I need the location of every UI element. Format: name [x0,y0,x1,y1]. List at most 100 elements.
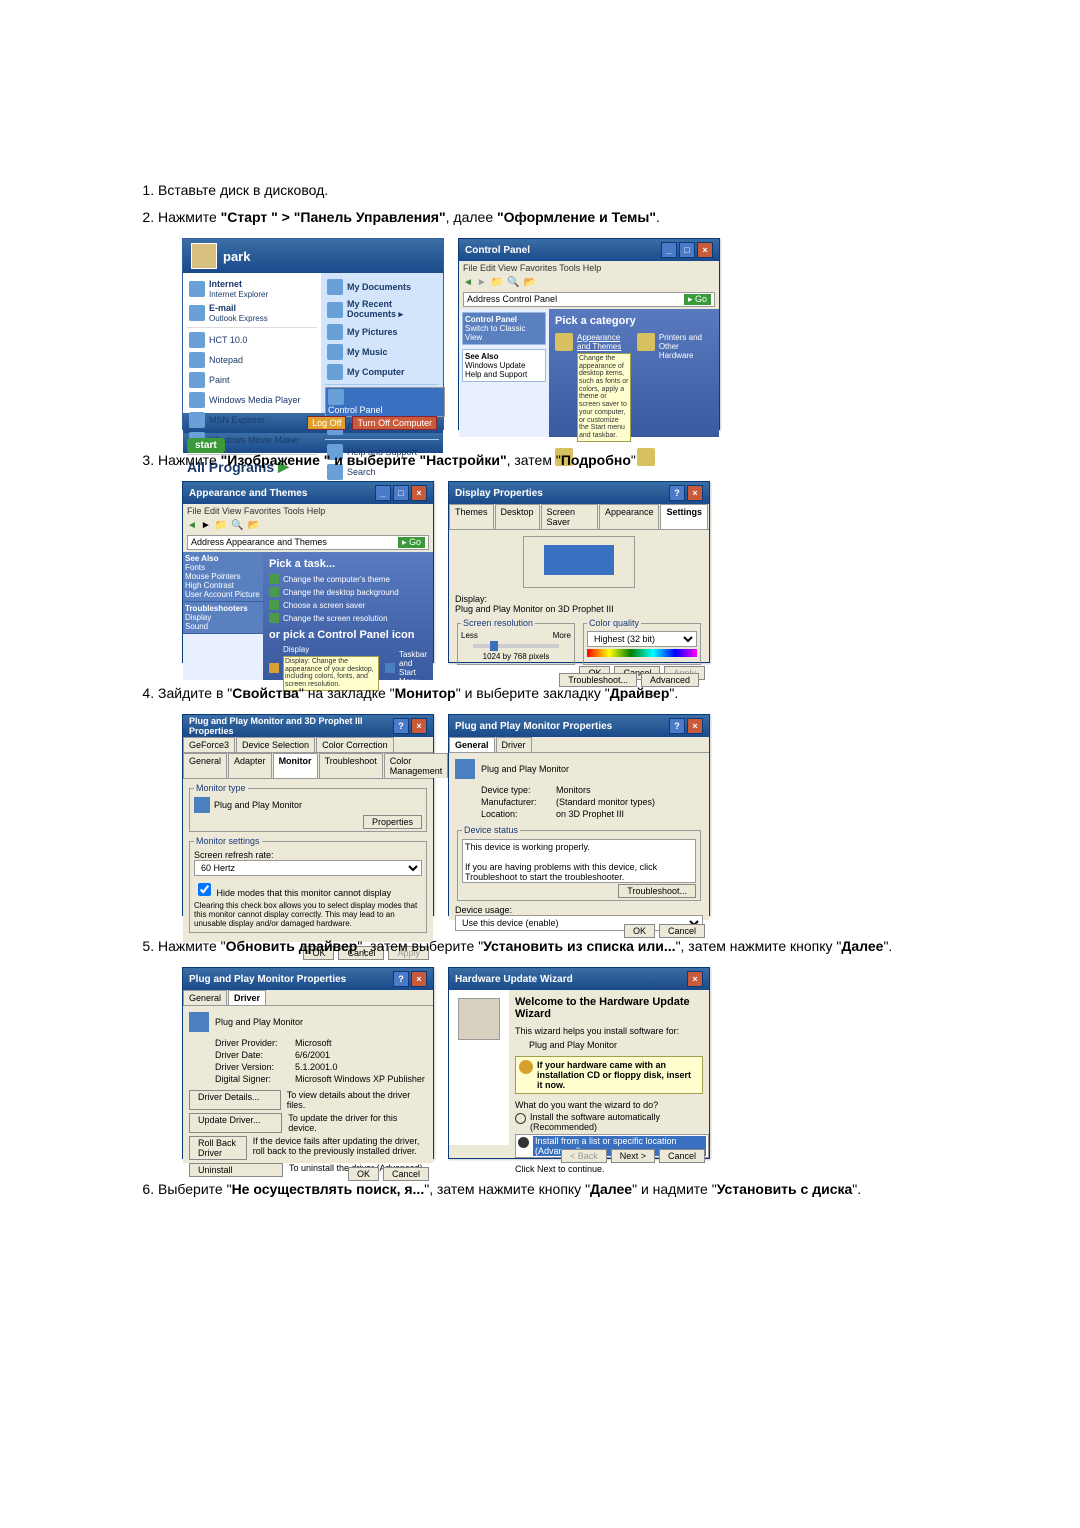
mouse-link[interactable]: Mouse Pointers [185,572,241,581]
tab-colormgmt[interactable]: Color Management [384,753,449,778]
up-button[interactable]: 📁 [215,520,227,531]
contrast-link[interactable]: High Contrast [185,581,234,590]
search-button[interactable]: 🔍 [507,277,519,288]
help-link[interactable]: Help and Support [465,370,527,379]
start-item-email[interactable]: E-mailOutlook Express [187,301,317,325]
close-button[interactable]: × [411,485,427,501]
task-theme[interactable]: Change the computer's theme [269,574,427,584]
refresh-select[interactable]: 60 Hertz [194,860,422,876]
ts-display-link[interactable]: Display [185,613,211,622]
tab-settings[interactable]: Settings [660,504,708,529]
help-button[interactable]: ? [669,485,685,501]
minimize-button[interactable]: _ [661,242,677,258]
go-button[interactable]: ▸ Go [684,294,711,305]
troubleshoot-button[interactable]: Troubleshoot... [618,884,696,898]
tab-general[interactable]: General [449,737,495,752]
start-menu-left: InternetInternet Explorer E-mailOutlook … [183,273,321,413]
tab-colorcorr[interactable]: Color Correction [316,737,394,752]
display-label: Display: [455,594,487,604]
colorq-select[interactable]: Highest (32 bit) [587,631,697,647]
start-item-mypics[interactable]: My Pictures [325,322,439,342]
help-button[interactable]: ? [669,718,685,734]
tab-monitor[interactable]: Monitor [273,753,318,778]
folders-button[interactable]: 📂 [524,277,536,288]
start-item-paint[interactable]: Paint [187,370,317,390]
start-item-mydocs[interactable]: My Documents [325,277,439,297]
start-item-mycomp[interactable]: My Computer [325,362,439,382]
radio-auto[interactable]: Install the software automatically (Reco… [515,1112,703,1132]
task-background[interactable]: Change the desktop background [269,587,427,597]
back-button[interactable]: ◄ [463,277,473,288]
menubar[interactable]: File Edit View Favorites Tools Help [183,504,433,518]
turnoff-button[interactable]: Turn Off Computer [352,416,437,430]
forward-button[interactable]: ► [201,520,211,531]
hardware-update-wizard-window: Hardware Update Wizard × Welcome to the … [448,967,710,1159]
menubar[interactable]: File Edit View Favorites Tools Help [459,261,719,275]
tab-devsel[interactable]: Device Selection [236,737,315,752]
help-button[interactable]: ? [393,718,409,734]
close-button[interactable]: × [411,718,427,734]
start-item-hct[interactable]: HCT 10.0 [187,330,317,350]
instruction-list: Вставьте диск в дисковод. Нажмите "Старт… [130,180,950,1200]
properties-button[interactable]: Properties [363,815,422,829]
tab-general[interactable]: General [183,990,227,1005]
task-resolution[interactable]: Change the screen resolution [269,613,427,623]
search-button[interactable]: 🔍 [231,520,243,531]
tab-desktop[interactable]: Desktop [495,504,540,529]
tab-general[interactable]: General [183,753,227,778]
cat-printers[interactable]: Printers and Other Hardware [637,333,713,442]
back-button[interactable]: < Back [561,1149,607,1163]
close-button[interactable]: × [697,242,713,258]
switch-classic-link[interactable]: Switch to Classic View [465,324,525,342]
minimize-button[interactable]: _ [375,485,391,501]
close-button[interactable]: × [687,485,703,501]
go-button[interactable]: ▸ Go [398,537,425,548]
ts-sound-link[interactable]: Sound [185,622,208,631]
update-driver-button[interactable]: Update Driver... [189,1113,282,1133]
next-button[interactable]: Next > [611,1149,655,1163]
start-item-msn[interactable]: MSN Explorer [187,410,317,430]
winupdate-link[interactable]: Windows Update [465,361,525,370]
uninstall-button[interactable]: Uninstall [189,1163,283,1177]
resolution-slider[interactable] [473,644,559,648]
start-item-recent[interactable]: My Recent Documents ▸ [325,297,439,322]
tab-themes[interactable]: Themes [449,504,494,529]
start-item-controlpanel[interactable]: Control Panel [325,387,445,417]
cancel-button[interactable]: Cancel [659,1149,705,1163]
user-avatar [191,243,217,269]
cat-users[interactable]: User Accounts [637,448,713,475]
tab-driver[interactable]: Driver [228,990,266,1005]
tab-driver[interactable]: Driver [496,737,532,752]
help-button[interactable]: ? [393,971,409,987]
close-button[interactable]: × [411,971,427,987]
tab-geforce3[interactable]: GeForce3 [183,737,235,752]
acctpic-link[interactable]: User Account Picture [185,590,260,599]
folders-button[interactable]: 📂 [248,520,260,531]
start-item-mymusic[interactable]: My Music [325,342,439,362]
forward-button[interactable]: ► [477,277,487,288]
start-item-wmp[interactable]: Windows Media Player [187,390,317,410]
start-item-notepad[interactable]: Notepad [187,350,317,370]
up-button[interactable]: 📁 [491,277,503,288]
close-button[interactable]: × [687,718,703,734]
tab-troubleshoot[interactable]: Troubleshoot [319,753,383,778]
close-button[interactable]: × [687,971,703,987]
tab-adapter[interactable]: Adapter [228,753,272,778]
rollback-driver-button[interactable]: Roll Back Driver [189,1136,247,1160]
tab-appearance[interactable]: Appearance [599,504,660,529]
troubleshoot-button[interactable]: Troubleshoot... [559,673,637,687]
back-button[interactable]: ◄ [187,520,197,531]
advanced-button[interactable]: Advanced [641,673,699,687]
hide-modes-checkbox[interactable] [198,883,211,896]
fonts-link[interactable]: Fonts [185,563,205,572]
driver-details-button[interactable]: Driver Details... [189,1090,281,1110]
start-item-internet[interactable]: InternetInternet Explorer [187,277,317,301]
maximize-button[interactable]: □ [679,242,695,258]
task-screensaver[interactable]: Choose a screen saver [269,600,427,610]
device-status-fieldset: Device status This device is working pro… [457,825,701,901]
address-bar[interactable]: Address Control Panel▸ Go [463,292,715,307]
logoff-button[interactable]: Log Off [307,416,346,430]
tab-screensaver[interactable]: Screen Saver [541,504,598,529]
maximize-button[interactable]: □ [393,485,409,501]
cat-appearance[interactable]: Appearance and ThemesChange the appearan… [555,333,631,442]
